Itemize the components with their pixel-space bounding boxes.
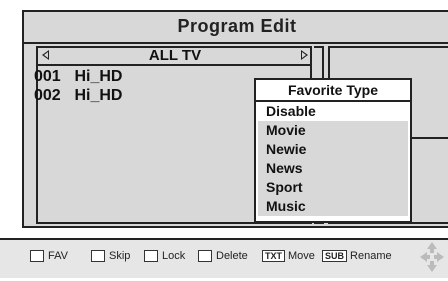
channel-row[interactable]: 002 Hi_HD bbox=[34, 87, 122, 105]
favorite-option-disable[interactable]: Disable bbox=[258, 102, 408, 121]
channel-row[interactable]: 001 Hi_HD bbox=[34, 68, 122, 86]
delete-label: Delete bbox=[216, 250, 248, 262]
sub-key-icon: SUB bbox=[322, 250, 348, 262]
lock-key-icon bbox=[144, 250, 158, 262]
program-edit-screen: Program Edit ALL TV 001 Hi_HD 002 Hi_HD … bbox=[0, 0, 448, 281]
favorite-option-music[interactable]: Music bbox=[258, 197, 408, 216]
favorite-type-list: Disable Movie Newie News Sport Music bbox=[258, 102, 408, 216]
legend-move[interactable]: TXT Move bbox=[262, 250, 315, 262]
skip-label: Skip bbox=[109, 250, 131, 262]
favorite-option-news[interactable]: News bbox=[258, 159, 408, 178]
move-label: Move bbox=[288, 250, 315, 262]
category-label: ALL TV bbox=[148, 47, 202, 64]
channel-number: 001 bbox=[34, 68, 61, 85]
rename-label: Rename bbox=[350, 250, 392, 262]
channel-name: Hi_HD bbox=[74, 68, 123, 85]
dpad-icon bbox=[420, 242, 444, 272]
legend-skip[interactable]: Skip bbox=[91, 250, 130, 262]
legend-rename[interactable]: SUB Rename bbox=[322, 250, 392, 262]
legend-lock[interactable]: Lock bbox=[144, 250, 185, 262]
arrow-right-icon[interactable] bbox=[301, 50, 308, 60]
lock-label: Lock bbox=[162, 250, 186, 262]
channel-number: 002 bbox=[34, 87, 61, 104]
help-bar: FAV Skip Lock Delete TXT Move SUB Rename bbox=[0, 238, 448, 281]
title-divider bbox=[22, 42, 448, 44]
page-title: Program Edit bbox=[177, 16, 297, 36]
favorite-option-movie[interactable]: Movie bbox=[258, 121, 408, 140]
program-edit-window: Program Edit ALL TV 001 Hi_HD 002 Hi_HD … bbox=[22, 10, 448, 228]
popup-title: Favorite Type bbox=[288, 82, 378, 98]
delete-key-icon bbox=[198, 250, 212, 262]
channel-name: Hi_HD bbox=[74, 87, 123, 104]
fav-key-icon bbox=[30, 250, 44, 262]
skip-key-icon bbox=[91, 250, 105, 262]
legend-delete[interactable]: Delete bbox=[198, 250, 248, 262]
fav-label: FAV bbox=[48, 250, 68, 262]
favorite-option-newie[interactable]: Newie bbox=[258, 140, 408, 159]
favorite-option-sport[interactable]: Sport bbox=[258, 178, 408, 197]
legend-fav[interactable]: FAV bbox=[30, 250, 68, 262]
txt-key-icon: TXT bbox=[262, 250, 285, 262]
category-selector[interactable]: ALL TV bbox=[38, 48, 312, 66]
favorite-type-popup: Favorite Type Disable Movie Newie News S… bbox=[254, 78, 412, 223]
